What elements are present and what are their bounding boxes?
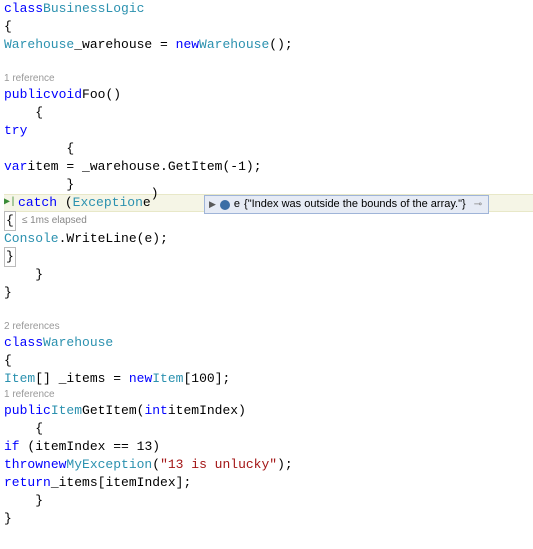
type-name: Console xyxy=(4,230,59,248)
codelens-indicator[interactable]: 1 reference xyxy=(4,72,533,86)
type-name: MyException xyxy=(66,456,152,474)
type-name: Warehouse xyxy=(4,36,74,54)
code-line[interactable]: { xyxy=(4,352,533,370)
local-var: item xyxy=(27,158,58,176)
blank-line[interactable] xyxy=(4,302,533,320)
code-line[interactable]: Console.WriteLine(e); xyxy=(4,230,533,248)
var-ref: itemIndex xyxy=(35,438,105,456)
keyword: catch xyxy=(18,194,57,212)
object-icon xyxy=(220,200,230,210)
type-name: Exception xyxy=(73,194,143,212)
code-line[interactable]: { xyxy=(4,420,533,438)
type-name: Warehouse xyxy=(43,334,113,352)
codelens-indicator[interactable]: 1 reference xyxy=(4,388,533,402)
argument: -1 xyxy=(230,158,246,176)
code-line[interactable]: class Warehouse xyxy=(4,334,533,352)
code-line[interactable]: {≤ 1ms elapsed xyxy=(4,212,533,230)
blank-line[interactable] xyxy=(4,54,533,72)
keyword: new xyxy=(129,370,152,388)
keyword: class xyxy=(4,0,43,18)
type-name: Warehouse xyxy=(199,36,269,54)
run-to-cursor-icon[interactable]: ▶| xyxy=(4,196,16,210)
keyword: var xyxy=(4,158,27,176)
keyword: try xyxy=(4,122,27,140)
type-name: Item xyxy=(51,402,82,420)
current-execution-line[interactable]: ▶| catch (Exception e) ▶ e {"Index was o… xyxy=(4,194,533,212)
keyword: throw xyxy=(4,456,43,474)
number-literal: 13 xyxy=(137,438,153,456)
field-ref: _items xyxy=(51,474,98,492)
brace-highlight: } xyxy=(4,247,16,267)
string-literal: "13 is unlucky" xyxy=(160,456,277,474)
code-line[interactable]: } xyxy=(4,492,533,510)
code-line[interactable]: public Item GetItem(int itemIndex) xyxy=(4,402,533,420)
perf-tip[interactable]: ≤ 1ms elapsed xyxy=(18,214,91,228)
method-name: Foo xyxy=(82,86,105,104)
code-line[interactable]: } xyxy=(4,266,533,284)
field-ref: _warehouse xyxy=(82,158,160,176)
code-line[interactable]: try xyxy=(4,122,533,140)
code-line[interactable]: class BusinessLogic xyxy=(4,0,533,18)
code-line[interactable]: Item[] _items = new Item[100]; xyxy=(4,370,533,388)
code-line[interactable]: { xyxy=(4,140,533,158)
text-cursor: e xyxy=(143,194,151,212)
brace-highlight: { xyxy=(4,211,16,231)
code-line[interactable]: throw new MyException("13 is unlucky"); xyxy=(4,456,533,474)
type-name: BusinessLogic xyxy=(43,0,144,18)
field-name: _warehouse xyxy=(74,36,152,54)
field-name: _items xyxy=(59,370,106,388)
code-line[interactable]: } xyxy=(4,248,533,266)
code-line[interactable]: } xyxy=(4,510,533,528)
argument: e xyxy=(144,230,152,248)
method-call: WriteLine xyxy=(66,230,136,248)
code-line[interactable]: var item = _warehouse.GetItem(-1); xyxy=(4,158,533,176)
method-name: GetItem xyxy=(82,402,137,420)
datatip-value: {"Index was outside the bounds of the ar… xyxy=(244,197,466,212)
var-ref: itemIndex xyxy=(105,474,175,492)
debugger-datatip[interactable]: ▶ e {"Index was outside the bounds of th… xyxy=(204,195,489,214)
param-name: itemIndex xyxy=(168,402,238,420)
code-line[interactable]: { xyxy=(4,18,533,36)
code-line[interactable]: } xyxy=(4,176,533,194)
datatip-var: e xyxy=(234,197,240,212)
expand-icon[interactable]: ▶ xyxy=(209,198,216,211)
code-line[interactable]: public void Foo() xyxy=(4,86,533,104)
keyword: public xyxy=(4,402,51,420)
keyword: if xyxy=(4,438,20,456)
code-line[interactable]: } xyxy=(4,284,533,302)
code-line[interactable]: Warehouse _warehouse = new Warehouse(); xyxy=(4,36,533,54)
number-literal: 100 xyxy=(191,370,214,388)
keyword: new xyxy=(43,456,66,474)
type-name: Item xyxy=(152,370,183,388)
code-line[interactable]: if (itemIndex == 13) xyxy=(4,438,533,456)
keyword: public xyxy=(4,86,51,104)
keyword: int xyxy=(144,402,167,420)
code-line[interactable]: { xyxy=(4,104,533,122)
code-editor[interactable]: class BusinessLogic { Warehouse _warehou… xyxy=(4,0,533,528)
code-line[interactable]: return _items[itemIndex]; xyxy=(4,474,533,492)
method-call: GetItem xyxy=(168,158,223,176)
type-name: Item xyxy=(4,370,35,388)
keyword: return xyxy=(4,474,51,492)
keyword: class xyxy=(4,334,43,352)
keyword: void xyxy=(51,86,82,104)
keyword: new xyxy=(176,36,199,54)
pin-icon[interactable]: ⊸ xyxy=(474,198,482,212)
codelens-indicator[interactable]: 2 references xyxy=(4,320,533,334)
